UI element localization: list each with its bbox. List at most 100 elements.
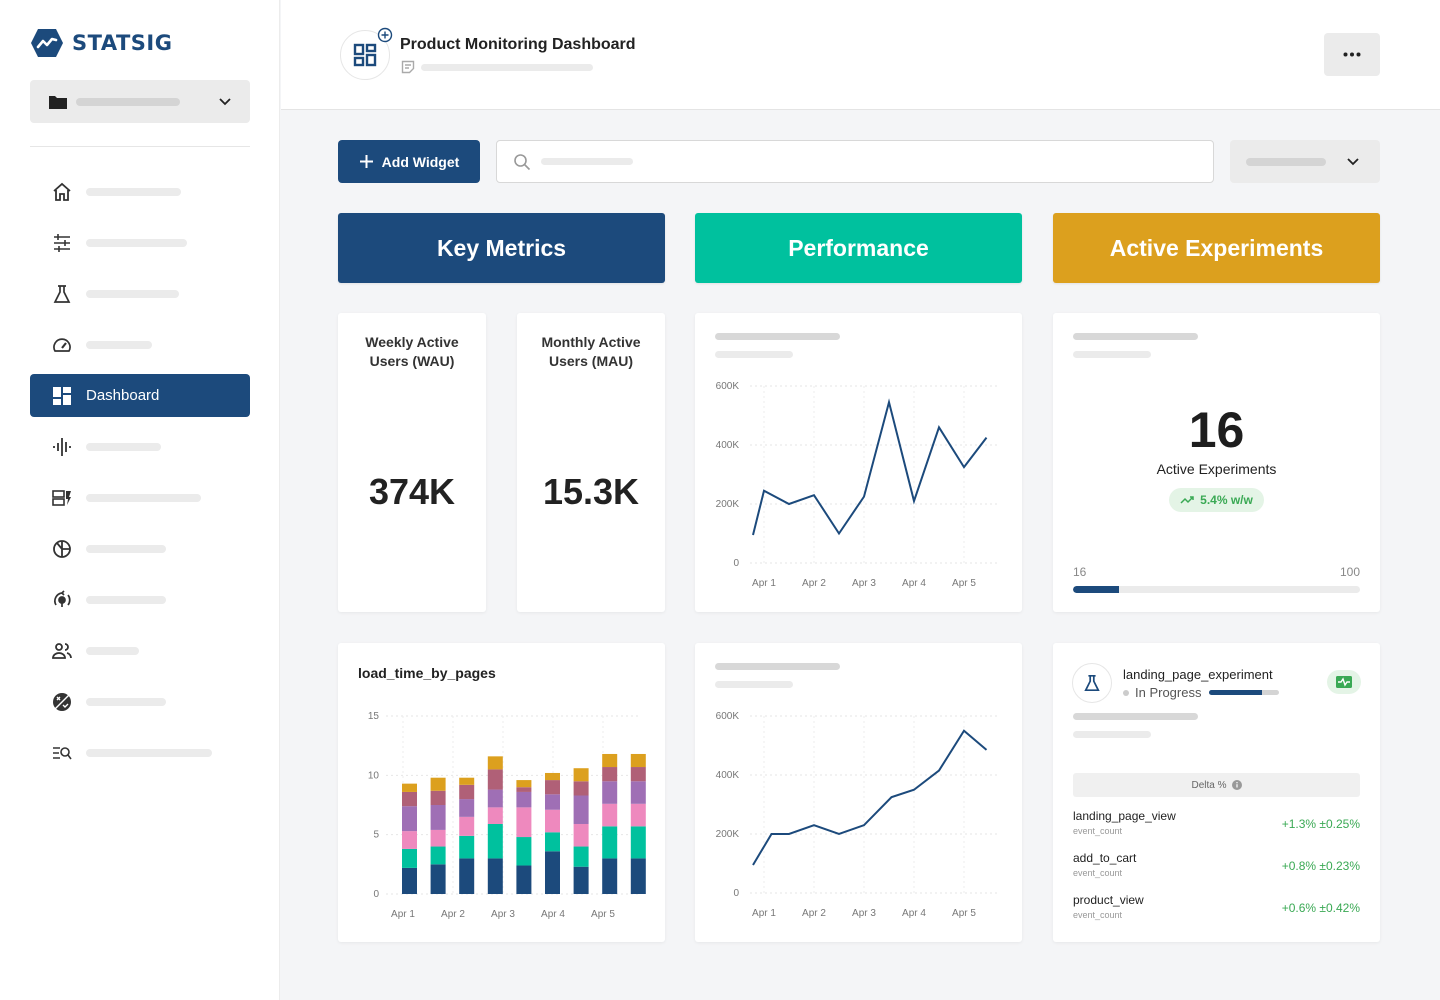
- bar-segment: [545, 832, 560, 852]
- bar-segment: [545, 772, 560, 781]
- bar-segment: [487, 756, 503, 770]
- sidebar-item-home[interactable]: [30, 170, 250, 213]
- sidebar-item-users[interactable]: [30, 629, 250, 672]
- more-options-button[interactable]: [1324, 33, 1380, 76]
- y-tick-label: 5: [373, 830, 379, 841]
- search-input[interactable]: [496, 140, 1214, 183]
- bar-segment: [630, 781, 646, 804]
- metric-card-wau[interactable]: Weekly Active Users (WAU) 374K: [338, 313, 486, 612]
- flask-icon: [1084, 674, 1100, 692]
- section-title: Performance: [788, 234, 929, 261]
- x-tick-label: Apr 4: [902, 578, 926, 589]
- bar-segment: [459, 858, 475, 894]
- y-tick-label: 400K: [716, 440, 740, 451]
- page-header: Product Monitoring Dashboard: [281, 0, 1440, 110]
- metric-type: event_count: [1073, 868, 1123, 878]
- pie-segments-icon: [51, 538, 73, 560]
- sidebar-item-autotune[interactable]: [30, 578, 250, 621]
- y-tick-label: 15: [368, 711, 380, 722]
- sidebar-item-holdouts[interactable]: [30, 680, 250, 723]
- bar-segment: [402, 791, 417, 807]
- statsig-logo-icon: [31, 29, 63, 57]
- sidebar-item-feature-gates[interactable]: [30, 476, 250, 519]
- line-chart-card-2[interactable]: 0 200K 400K 600K Apr 1 Apr 2 Apr 3 Apr 4 Apr 5: [695, 643, 1022, 942]
- bar-segment: [630, 753, 646, 768]
- bar-segment: [602, 826, 618, 859]
- metric-row[interactable]: product_view event_count +0.6% ±0.42%: [1073, 893, 1360, 931]
- y-tick-label: 400K: [716, 770, 740, 781]
- bar-segment: [402, 806, 417, 832]
- sidebar-item-events[interactable]: [30, 425, 250, 468]
- bar-segment: [545, 851, 560, 894]
- search-list-icon: [51, 742, 73, 764]
- progress-fill: [1209, 690, 1262, 695]
- trending-up-icon: [1180, 496, 1194, 504]
- metric-type: event_count: [1073, 910, 1123, 920]
- home-icon: [51, 181, 73, 203]
- bar-segment: [516, 865, 532, 894]
- bar-segment: [402, 831, 417, 849]
- bar-segment: [430, 777, 446, 791]
- statsig-logo[interactable]: STATSIG: [30, 28, 172, 58]
- metric-value: 15.3K: [542, 471, 640, 512]
- dashboard-description[interactable]: [401, 60, 593, 74]
- brand-name: STATSIG: [72, 31, 173, 55]
- section-key-metrics: Key Metrics: [338, 213, 665, 283]
- series-line: [752, 398, 988, 536]
- info-icon[interactable]: [1231, 780, 1242, 790]
- y-tick-label: 0: [733, 888, 739, 899]
- experiment-card[interactable]: landing_page_experiment In Progress Delt…: [1053, 643, 1380, 942]
- bar-segment: [430, 829, 446, 847]
- sidebar-item-metrics[interactable]: [30, 323, 250, 366]
- project-selector[interactable]: [30, 80, 250, 123]
- sidebar-item-dashboard[interactable]: Dashboard: [30, 374, 250, 417]
- bar-segment: [516, 837, 532, 866]
- y-tick-label: 200K: [716, 499, 740, 510]
- bar-segment: [573, 795, 589, 824]
- bar-segment: [630, 767, 646, 782]
- bar-segment: [430, 846, 446, 865]
- metric-name: landing_page_view: [1073, 809, 1176, 823]
- note-icon: [401, 60, 415, 74]
- page-title: Product Monitoring Dashboard: [400, 36, 636, 53]
- experiments-progress-bar: [1073, 586, 1360, 593]
- dashboard-add-icon[interactable]: [340, 27, 393, 80]
- y-tick-label: 600K: [716, 381, 740, 392]
- sidebar-item-search[interactable]: [30, 731, 250, 774]
- feature-gates-icon: [51, 487, 73, 509]
- experiment-progress-bar: [1209, 690, 1280, 695]
- add-widget-label: Add Widget: [381, 153, 460, 170]
- experiments-summary-card[interactable]: 16 Active Experiments 5.4% w/w 16 100: [1053, 313, 1380, 612]
- bar-segment: [402, 867, 417, 894]
- sidebar-item-sliders[interactable]: [30, 221, 250, 264]
- metric-row[interactable]: add_to_cart event_count +0.8% ±0.23%: [1073, 851, 1360, 889]
- filter-dropdown[interactable]: [1230, 140, 1380, 183]
- search-icon: [514, 153, 531, 170]
- bar-segment: [545, 794, 560, 810]
- add-widget-button[interactable]: Add Widget: [338, 140, 480, 183]
- line-chart-card-1[interactable]: 0 200K 400K 600K Apr 1 Apr 2 Apr 3 Apr 4 Apr 5: [695, 313, 1022, 612]
- metric-row[interactable]: landing_page_view event_count +1.3% ±0.2…: [1073, 809, 1360, 847]
- metric-card-mau[interactable]: Monthly Active Users (MAU) 15.3K: [517, 313, 665, 612]
- x-tick-label: Apr 3: [491, 909, 515, 920]
- bar-segment: [487, 823, 503, 859]
- y-tick-label: 0: [373, 889, 379, 900]
- line-chart-1: 0 200K 400K 600K Apr 1 Apr 2 Apr 3 Apr 4 Apr 5: [716, 381, 998, 589]
- sidebar-item-experiments[interactable]: [30, 272, 250, 315]
- card-title-placeholder: [1073, 333, 1198, 340]
- bar-chart-card[interactable]: load_time_by_pages 0 5 10 15 Apr 1 Apr 2 Apr 3…: [338, 643, 665, 942]
- experiment-name[interactable]: landing_page_experiment: [1123, 667, 1273, 682]
- active-experiments-count: 16: [1188, 402, 1245, 458]
- pulse-results-button[interactable]: [1327, 670, 1361, 694]
- sidebar-item-segments[interactable]: [30, 527, 250, 570]
- chevron-down-icon: [1347, 158, 1359, 166]
- bar-segment: [573, 781, 589, 796]
- metric-value: 374K: [368, 471, 456, 512]
- x-tick-label: Apr 2: [441, 909, 465, 920]
- nav-label: Dashboard: [86, 387, 160, 404]
- waveform-icon: [51, 436, 73, 458]
- nav-label-placeholder: [86, 340, 152, 349]
- metric-name: product_view: [1073, 893, 1144, 907]
- range-min: 16: [1073, 565, 1087, 579]
- x-tick-label: Apr 5: [952, 908, 976, 919]
